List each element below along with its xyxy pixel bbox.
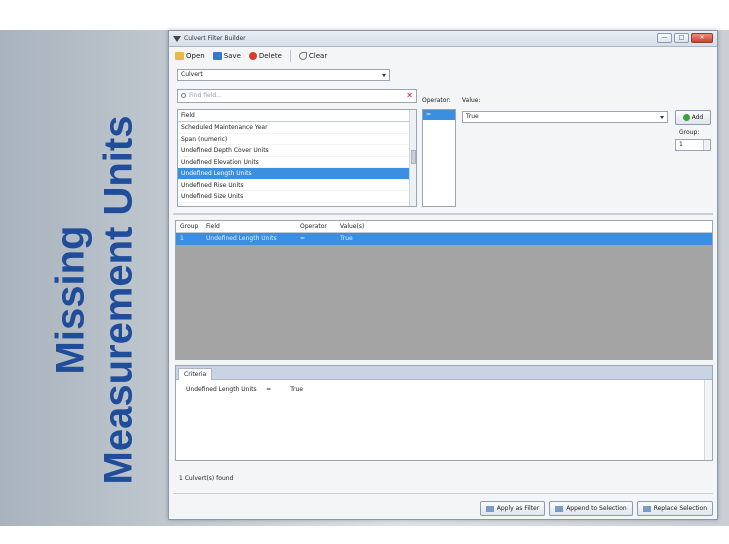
- save-button[interactable]: Save: [212, 52, 241, 60]
- cell-value: True: [340, 235, 353, 242]
- search-icon: [181, 93, 186, 98]
- save-icon: [212, 52, 222, 60]
- append-icon: [555, 505, 564, 512]
- column-header-operator[interactable]: Operator: [296, 221, 336, 232]
- tab-criteria[interactable]: Criteria: [178, 368, 213, 380]
- filter-icon: [485, 505, 494, 512]
- operator-list[interactable]: =: [422, 109, 456, 207]
- criteria-panel: Criteria Undefined Length Units = True: [175, 365, 713, 461]
- cell-operator: =: [300, 235, 306, 242]
- list-item[interactable]: Undefined Size Units: [178, 191, 416, 203]
- save-label: Save: [223, 52, 241, 60]
- operator-item-selected[interactable]: =: [423, 110, 455, 120]
- divider: [173, 493, 713, 494]
- replace-selection-button[interactable]: Replace Selection: [636, 501, 713, 516]
- grid-header: Group Field Operator Value(s): [176, 221, 712, 233]
- delete-button[interactable]: Delete: [248, 52, 282, 60]
- column-header-values[interactable]: Value(s): [336, 221, 396, 232]
- list-item[interactable]: Undefined Depth Cover Units: [178, 145, 416, 157]
- criteria-scrollbar[interactable]: [704, 380, 712, 460]
- slide-title-line2: Measurement Units: [96, 115, 141, 485]
- stepper-arrows-icon[interactable]: [703, 140, 710, 150]
- group-label: Group:: [679, 129, 700, 136]
- toolbar-separator: [289, 50, 291, 62]
- filter-icon: [173, 35, 181, 43]
- cell-field: Undefined Length Units: [206, 235, 277, 242]
- delete-icon: [248, 52, 257, 60]
- add-label: Add: [691, 114, 704, 121]
- toolbar: Open Save Delete Clear: [169, 47, 717, 65]
- slide-title: Missing Measurement Units: [24, 80, 164, 520]
- list-item[interactable]: Scheduled Maintenance Year: [178, 122, 416, 134]
- add-button[interactable]: Add: [675, 110, 711, 125]
- field-list-header[interactable]: Field: [178, 110, 416, 122]
- list-item[interactable]: Undefined Rise Units: [178, 180, 416, 191]
- replace-icon: [642, 505, 651, 512]
- append-selection-button[interactable]: Append to Selection: [549, 501, 633, 516]
- criteria-tabbar: Criteria: [176, 366, 712, 380]
- field-list-scrollbar[interactable]: [409, 110, 416, 206]
- close-button[interactable]: ✕: [691, 33, 713, 43]
- layer-select-value: Culvert: [181, 71, 203, 78]
- cell-group: 1: [180, 235, 184, 242]
- layer-select[interactable]: Culvert: [177, 69, 390, 81]
- group-value: 1: [679, 141, 683, 148]
- splitter[interactable]: [173, 213, 713, 215]
- clear-label: Clear: [308, 52, 328, 60]
- open-label: Open: [186, 52, 205, 60]
- chevron-down-icon: [660, 116, 664, 119]
- column-header-group[interactable]: Group: [176, 221, 202, 232]
- minimize-button[interactable]: —: [657, 33, 672, 43]
- clear-button[interactable]: Clear: [298, 52, 328, 60]
- value-select-value: True: [466, 113, 479, 120]
- plus-icon: [682, 114, 690, 121]
- scrollbar-thumb[interactable]: [411, 150, 416, 164]
- list-item[interactable]: Span (numeric): [178, 134, 416, 145]
- folder-icon: [175, 52, 184, 60]
- value-label: Value:: [462, 97, 481, 104]
- slide-title-line1: Missing: [48, 225, 93, 375]
- status-text: 1 Culvert(s) found: [179, 475, 234, 482]
- action-buttons: Apply as Filter Append to Selection Repl…: [479, 501, 713, 516]
- criteria-text: Undefined Length Units = True: [186, 386, 304, 393]
- maximize-button[interactable]: □: [674, 33, 689, 43]
- delete-label: Delete: [258, 52, 282, 60]
- table-row[interactable]: 1 Undefined Length Units = True: [176, 233, 712, 245]
- group-stepper[interactable]: 1: [675, 139, 711, 151]
- field-list[interactable]: Field Scheduled Maintenance Year Span (n…: [177, 109, 417, 207]
- criteria-grid: Group Field Operator Value(s) 1 Undefine…: [175, 220, 713, 360]
- eraser-icon: [298, 52, 307, 60]
- slide-background: Missing Measurement Units Culvert Filter…: [0, 0, 729, 544]
- list-item-selected[interactable]: Undefined Length Units: [178, 168, 416, 180]
- window-titlebar[interactable]: Culvert Filter Builder — □ ✕: [169, 31, 717, 47]
- value-select[interactable]: True: [462, 111, 668, 123]
- chevron-down-icon: [382, 74, 386, 77]
- open-button[interactable]: Open: [175, 52, 205, 60]
- find-field-input[interactable]: Find field... ✕: [177, 89, 417, 103]
- column-header-field[interactable]: Field: [202, 221, 296, 232]
- list-item[interactable]: Undefined Elevation Units: [178, 157, 416, 168]
- window-title: Culvert Filter Builder: [184, 35, 246, 42]
- filter-builder-window: Culvert Filter Builder — □ ✕ Open Save D…: [168, 30, 718, 520]
- apply-filter-button[interactable]: Apply as Filter: [479, 501, 546, 516]
- find-field-placeholder: Find field...: [189, 92, 222, 99]
- operator-label: Operator:: [422, 97, 451, 104]
- clear-search-icon[interactable]: ✕: [406, 90, 413, 102]
